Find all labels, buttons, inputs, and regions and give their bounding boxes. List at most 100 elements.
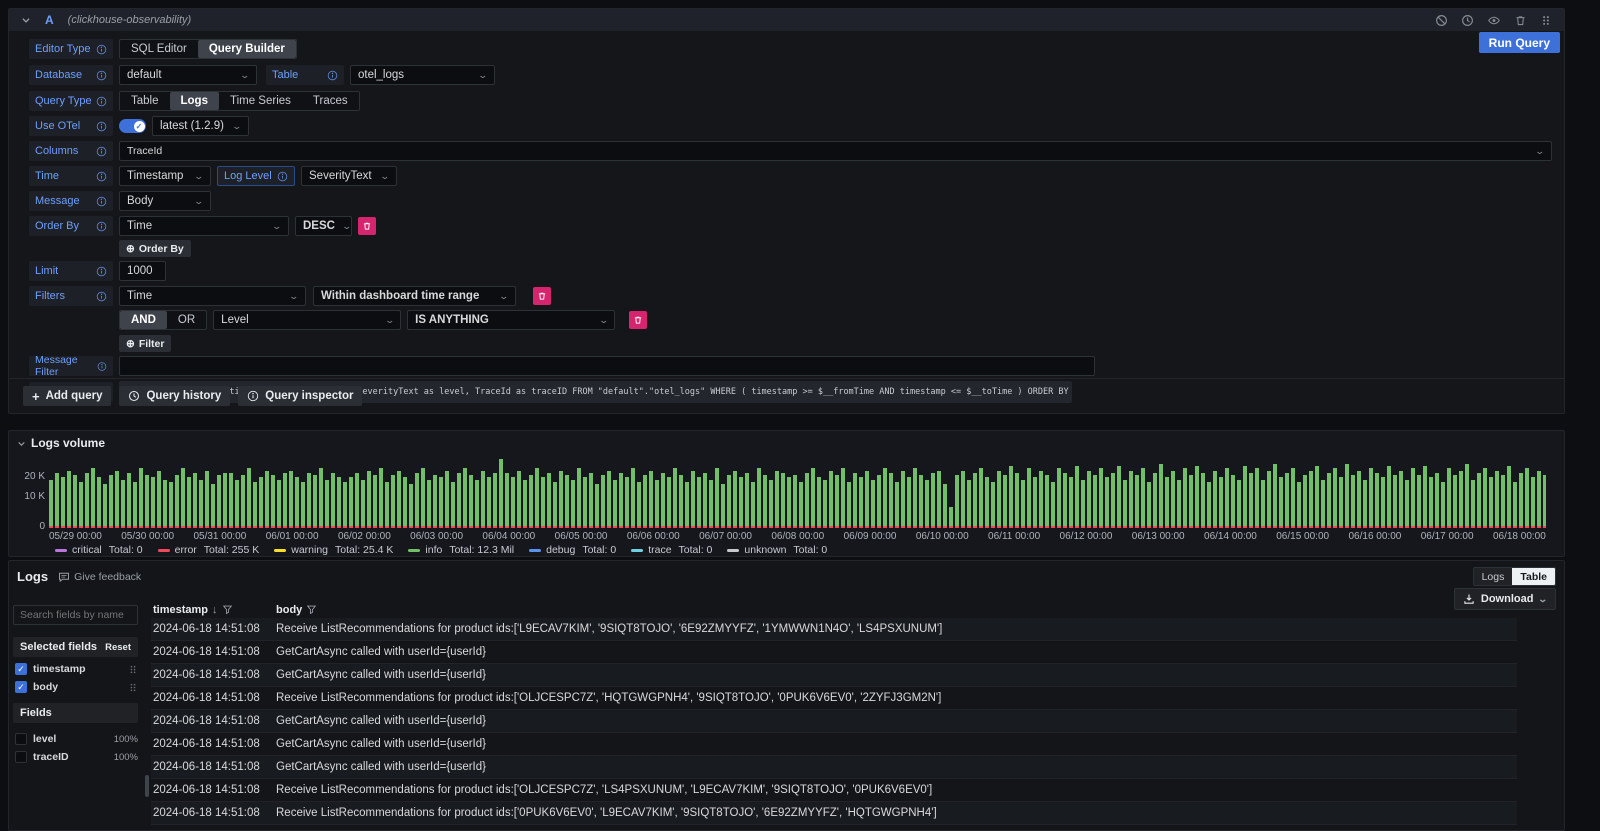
volume-bar: [109, 475, 113, 528]
table-row[interactable]: 2024-06-18 14:51:08GetCartAsync called w…: [151, 756, 1517, 779]
info-icon[interactable]: [96, 266, 107, 277]
y-tick-10k: 10 K: [24, 491, 45, 502]
query-history-button[interactable]: Query history: [119, 386, 230, 406]
timestamp-column-header[interactable]: timestamp ↓: [151, 604, 276, 616]
info-icon[interactable]: [96, 171, 107, 182]
checkbox-checked[interactable]: ✓: [15, 663, 27, 675]
body-column-header[interactable]: body: [276, 604, 317, 616]
view-toggle-logs[interactable]: Logs: [1474, 568, 1513, 585]
query-history-icon[interactable]: [1461, 14, 1474, 27]
drag-handle-icon[interactable]: [1540, 14, 1552, 27]
legend-item-critical[interactable]: criticalTotal: 0: [55, 544, 143, 556]
info-icon[interactable]: [96, 70, 107, 81]
legend-item-error[interactable]: errorTotal: 255 K: [158, 544, 260, 556]
table-row[interactable]: 2024-06-18 14:51:08GetCartAsync called w…: [151, 733, 1517, 756]
table-row[interactable]: 2024-06-18 14:51:08GetCartAsync called w…: [151, 664, 1517, 687]
query-row-header[interactable]: A (clickhouse-observability): [9, 9, 1564, 31]
time-column-select[interactable]: Timestamp⌄: [119, 166, 211, 186]
checkbox-checked[interactable]: ✓: [15, 681, 27, 693]
hide-response-icon[interactable]: [1487, 14, 1501, 27]
remove-filter2-button[interactable]: [629, 311, 647, 329]
table-row[interactable]: 2024-06-18 14:51:08Receive ListRecommend…: [151, 618, 1517, 641]
logs-volume-chart[interactable]: [49, 456, 1546, 528]
legend-item-warning[interactable]: warningTotal: 25.4 K: [274, 544, 393, 556]
info-icon[interactable]: [96, 44, 107, 55]
log-level-column-select[interactable]: SeverityText⌄: [301, 166, 397, 186]
info-icon[interactable]: [96, 146, 107, 157]
legend-item-unknown[interactable]: unknownTotal: 0: [727, 544, 827, 556]
query-type-logs[interactable]: Logs: [170, 92, 219, 110]
volume-bar: [529, 475, 533, 528]
drag-handle-icon[interactable]: [128, 682, 138, 693]
sort-desc-icon[interactable]: ↓: [212, 604, 218, 616]
table-select[interactable]: otel_logs⌄: [350, 65, 495, 85]
volume-bar: [79, 482, 83, 528]
message-column-select[interactable]: Body⌄: [119, 191, 211, 211]
checkbox-unchecked[interactable]: [15, 733, 27, 745]
table-body: 2024-06-18 14:51:08Receive ListRecommend…: [151, 618, 1517, 825]
table-row[interactable]: 2024-06-18 14:51:08Receive ListRecommend…: [151, 802, 1517, 825]
database-select[interactable]: default⌄: [119, 65, 257, 85]
give-feedback-link[interactable]: Give feedback: [58, 571, 141, 583]
volume-bar: [361, 480, 365, 528]
filter-field-select[interactable]: Time⌄: [119, 286, 306, 306]
info-icon[interactable]: [327, 70, 338, 81]
legend-item-info[interactable]: infoTotal: 12.3 Mil: [408, 544, 514, 556]
table-row[interactable]: 2024-06-18 14:51:08Receive ListRecommend…: [151, 687, 1517, 710]
query-inspector-button[interactable]: Query inspector: [238, 386, 362, 406]
conjunction-and[interactable]: AND: [120, 311, 167, 329]
info-icon[interactable]: [96, 96, 107, 107]
columns-multiselect[interactable]: TraceId⌄: [119, 141, 1552, 161]
editor-type-query-builder[interactable]: Query Builder: [198, 40, 296, 58]
filter-operator-select[interactable]: Within dashboard time range⌄: [313, 286, 516, 306]
legend-item-debug[interactable]: debugTotal: 0: [529, 544, 616, 556]
conjunction-or[interactable]: OR: [167, 311, 206, 329]
fields-header: Fields: [13, 703, 138, 723]
editor-type-sql-editor[interactable]: SQL Editor: [120, 40, 198, 58]
order-by-field-select[interactable]: Time⌄: [119, 216, 289, 236]
chart-legend: criticalTotal: 0 errorTotal: 255 K warning…: [55, 544, 1554, 556]
table-row[interactable]: 2024-06-18 14:51:08GetCartAsync called w…: [151, 641, 1517, 664]
volume-bar: [1321, 480, 1325, 528]
add-query-button[interactable]: +Add query: [23, 386, 111, 406]
search-fields-input[interactable]: [13, 605, 138, 625]
add-filter-button[interactable]: ⊕Filter: [119, 335, 171, 352]
limit-input[interactable]: 1000: [119, 261, 166, 281]
info-icon[interactable]: [96, 121, 107, 132]
checkbox-unchecked[interactable]: [15, 751, 27, 763]
order-direction-select[interactable]: DESC⌄: [295, 216, 352, 236]
use-otel-toggle[interactable]: ✓: [119, 119, 146, 133]
filter-funnel-icon[interactable]: [222, 604, 233, 615]
volume-bar: [703, 473, 707, 528]
filter-funnel-icon[interactable]: [306, 604, 317, 615]
remove-order-by-button[interactable]: [358, 217, 376, 235]
info-icon[interactable]: [96, 196, 107, 207]
remove-filter-button[interactable]: [533, 287, 551, 305]
volume-bar: [631, 468, 635, 528]
query-type-traces[interactable]: Traces: [302, 92, 359, 110]
message-filter-input[interactable]: [119, 356, 1095, 376]
drag-handle-icon[interactable]: [128, 664, 138, 675]
info-icon[interactable]: [277, 171, 288, 182]
table-row[interactable]: 2024-06-18 14:51:08GetCartAsync called w…: [151, 710, 1517, 733]
sidebar-scrollbar[interactable]: [145, 775, 149, 797]
otel-version-select[interactable]: latest (1.2.9)⌄: [152, 116, 249, 136]
info-icon[interactable]: [97, 361, 107, 372]
add-order-by-button[interactable]: ⊕Order By: [119, 240, 191, 257]
info-icon[interactable]: [96, 291, 107, 302]
field-name: timestamp: [33, 663, 122, 675]
view-toggle-table[interactable]: Table: [1512, 568, 1555, 585]
collapse-chevron-icon[interactable]: [17, 439, 26, 448]
disable-query-icon[interactable]: [1435, 14, 1448, 27]
legend-item-trace[interactable]: traceTotal: 0: [631, 544, 712, 556]
filter2-operator-select[interactable]: IS ANYTHING⌄: [407, 310, 615, 330]
collapse-chevron-icon[interactable]: [21, 15, 31, 25]
table-label: Table: [266, 65, 344, 85]
query-type-time-series[interactable]: Time Series: [219, 92, 302, 110]
filter2-field-select[interactable]: Level⌄: [213, 310, 401, 330]
info-icon[interactable]: [96, 221, 107, 232]
query-type-table[interactable]: Table: [120, 92, 170, 110]
delete-query-icon[interactable]: [1514, 14, 1527, 27]
table-row[interactable]: 2024-06-18 14:51:08Receive ListRecommend…: [151, 779, 1517, 802]
reset-fields-button[interactable]: Reset: [105, 642, 131, 653]
